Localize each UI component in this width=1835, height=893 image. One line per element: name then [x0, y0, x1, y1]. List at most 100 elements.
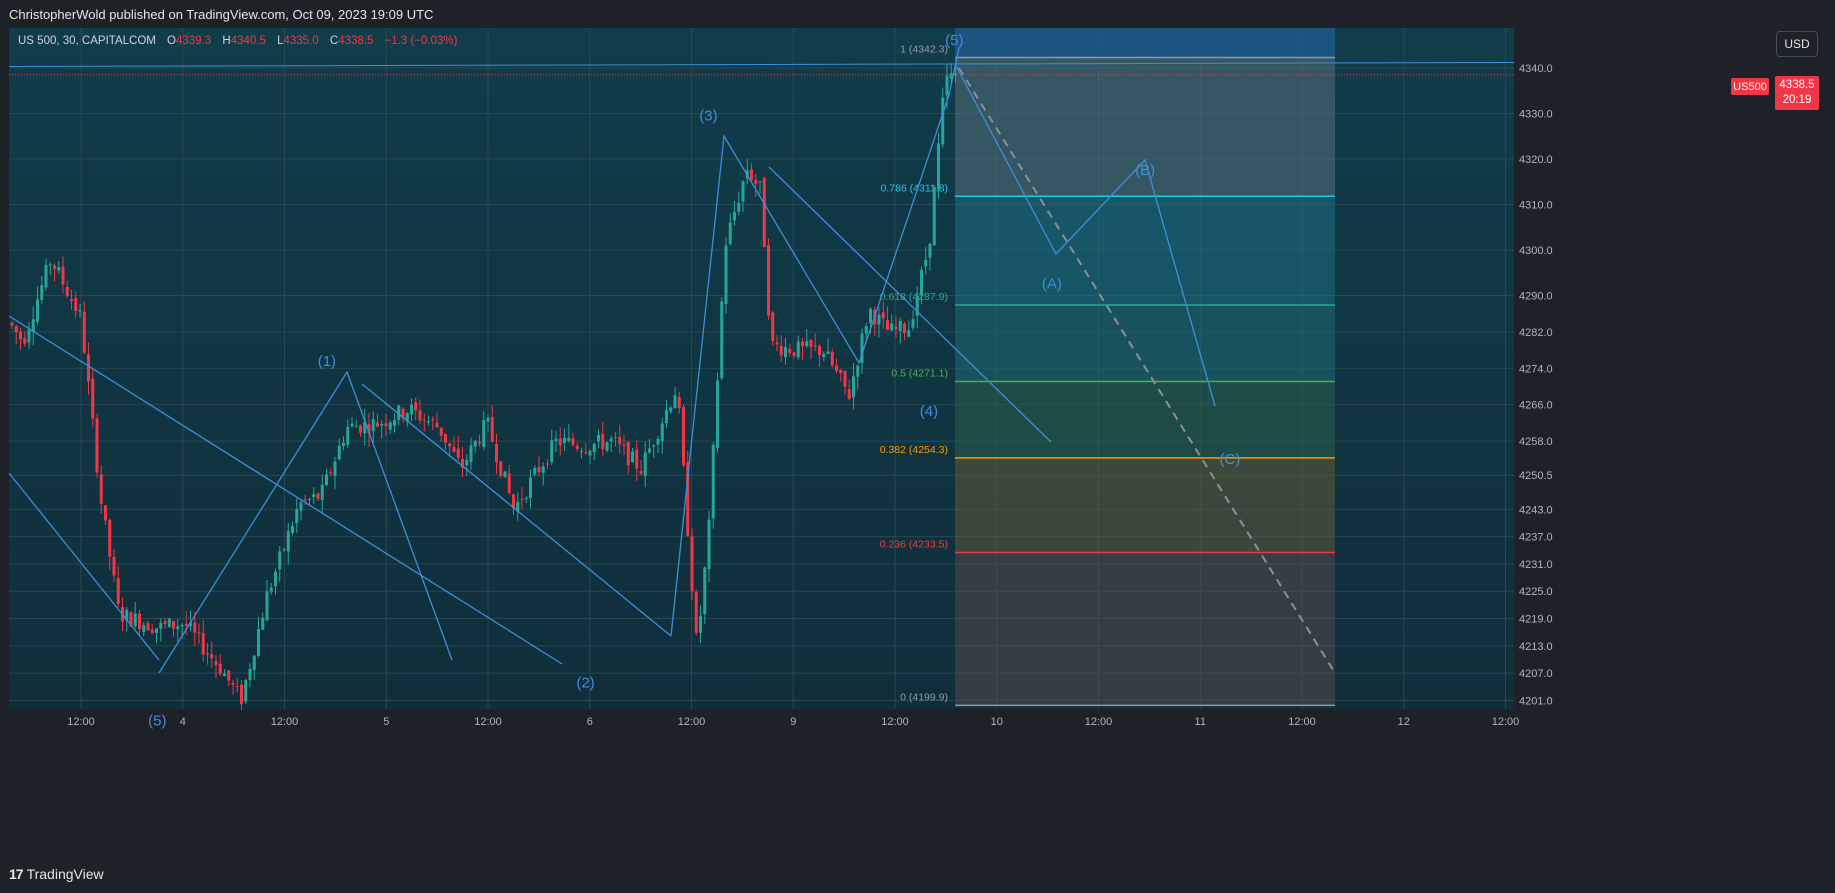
candle-body [333, 461, 337, 476]
candle-body [813, 345, 817, 347]
candle-body [571, 438, 575, 445]
candle-body [354, 426, 358, 428]
change-value: −1.3 (−0.03%) [384, 35, 458, 47]
candle-body [82, 311, 86, 353]
candle-body [771, 312, 775, 342]
candle-body [750, 169, 753, 180]
chart-frame[interactable]: 1 (4342.3) 0.786 (4311.8) 0.618 (4287.9) 0.… [9, 28, 1774, 857]
candle-body [150, 629, 154, 633]
candle-body [61, 266, 65, 285]
low-value: 4335.0 [283, 35, 319, 47]
price-tick-label: 4219.0 [1519, 614, 1553, 626]
candle-body [767, 244, 770, 316]
candle-body [575, 445, 579, 450]
time-tick-label: 12 [1398, 716, 1410, 728]
candle-body [796, 341, 800, 358]
time-tick-label: 12:00 [67, 716, 95, 728]
candle-body [278, 551, 282, 570]
time-tick-label: 12:00 [678, 716, 706, 728]
candle-body [597, 434, 600, 442]
tradingview-logo[interactable]: 17 TradingView [9, 866, 104, 882]
candle-body [99, 474, 103, 504]
chart-canvas[interactable]: 1 (4342.3)0.786 (4311.8)0.618 (4287.9)0.… [9, 28, 1774, 857]
candle-body [469, 445, 473, 463]
candle-body [682, 406, 685, 466]
time-tick-label: 5 [383, 716, 389, 728]
last-price-symbol-tag: US500 [1731, 78, 1769, 95]
candle-body [295, 508, 299, 524]
candle-body [703, 567, 707, 615]
price-tick-label: 4274.0 [1519, 363, 1553, 375]
candle-body [159, 622, 163, 629]
candle-body [886, 320, 889, 330]
wave-label: (4) [920, 403, 938, 420]
candle-body [720, 301, 724, 379]
candle-body [91, 378, 95, 419]
candle-body [184, 623, 188, 626]
currency-button[interactable]: USD [1776, 31, 1818, 57]
candle-body [903, 323, 906, 334]
candle-body [384, 423, 388, 427]
candle-body [252, 655, 256, 670]
candle-body [690, 536, 694, 592]
candle-body [44, 264, 48, 288]
candle-body [456, 448, 460, 458]
price-tick-label: 4330.0 [1519, 108, 1553, 120]
candle-body [163, 621, 167, 624]
candle-body [835, 365, 838, 371]
candle-body [537, 466, 541, 473]
candle-body [618, 437, 622, 444]
candle-body [673, 395, 677, 409]
candle-body [248, 668, 252, 681]
price-tick-label: 4290.0 [1519, 290, 1553, 302]
candle-body [116, 578, 120, 604]
candle-body [87, 354, 90, 382]
candle-body [716, 380, 719, 449]
candle-body [907, 330, 911, 337]
candle-body [197, 632, 201, 634]
candle-body [733, 211, 736, 221]
candle-body [40, 285, 44, 301]
candle-body [945, 75, 949, 96]
time-axis-background [9, 709, 1514, 857]
fib-zone [955, 196, 1335, 306]
price-axis-background [1514, 28, 1774, 857]
candle-body [758, 181, 762, 183]
candle-body [448, 443, 452, 447]
candle-body [286, 531, 290, 552]
candle-body [329, 471, 333, 473]
fib-zone [955, 305, 1335, 382]
time-tick-label: 12:00 [1085, 716, 1113, 728]
fib-level-label: 0.5 (4271.1) [891, 367, 948, 379]
candle-body [23, 338, 27, 344]
candle-body [350, 423, 354, 427]
candle-body [635, 449, 639, 469]
candle-body [609, 438, 613, 442]
fib-level-label: 0 (4199.9) [900, 691, 948, 703]
candle-body [711, 444, 715, 519]
candle-body [737, 202, 741, 212]
candle-body [881, 312, 885, 319]
candle-body [95, 418, 99, 473]
candle-body [818, 345, 821, 356]
candle-body [499, 461, 503, 476]
candle-body [622, 444, 626, 446]
candle-body [830, 352, 834, 366]
candle-body [201, 633, 205, 655]
candle-body [601, 434, 605, 450]
candle-body [920, 269, 923, 296]
candle-body [257, 629, 260, 656]
candle-body [728, 222, 732, 244]
fib-level-label: 0.382 (4254.3) [880, 444, 948, 456]
candle-body [847, 389, 851, 399]
candle-body [592, 443, 596, 452]
close-label: C [329, 35, 339, 47]
candle-body [699, 616, 702, 633]
tradingview-logo-text: TradingView [26, 866, 104, 882]
candle-body [626, 442, 630, 466]
time-tick-label: 6 [587, 716, 593, 728]
candle-body [669, 407, 673, 412]
time-tick-label: 12:00 [271, 716, 299, 728]
candle-body [444, 434, 447, 443]
time-axis[interactable]: 12:00 4 12:00 5 12:00 6 12:00 9 12:00 10 12:00 11 12… [67, 716, 1519, 728]
